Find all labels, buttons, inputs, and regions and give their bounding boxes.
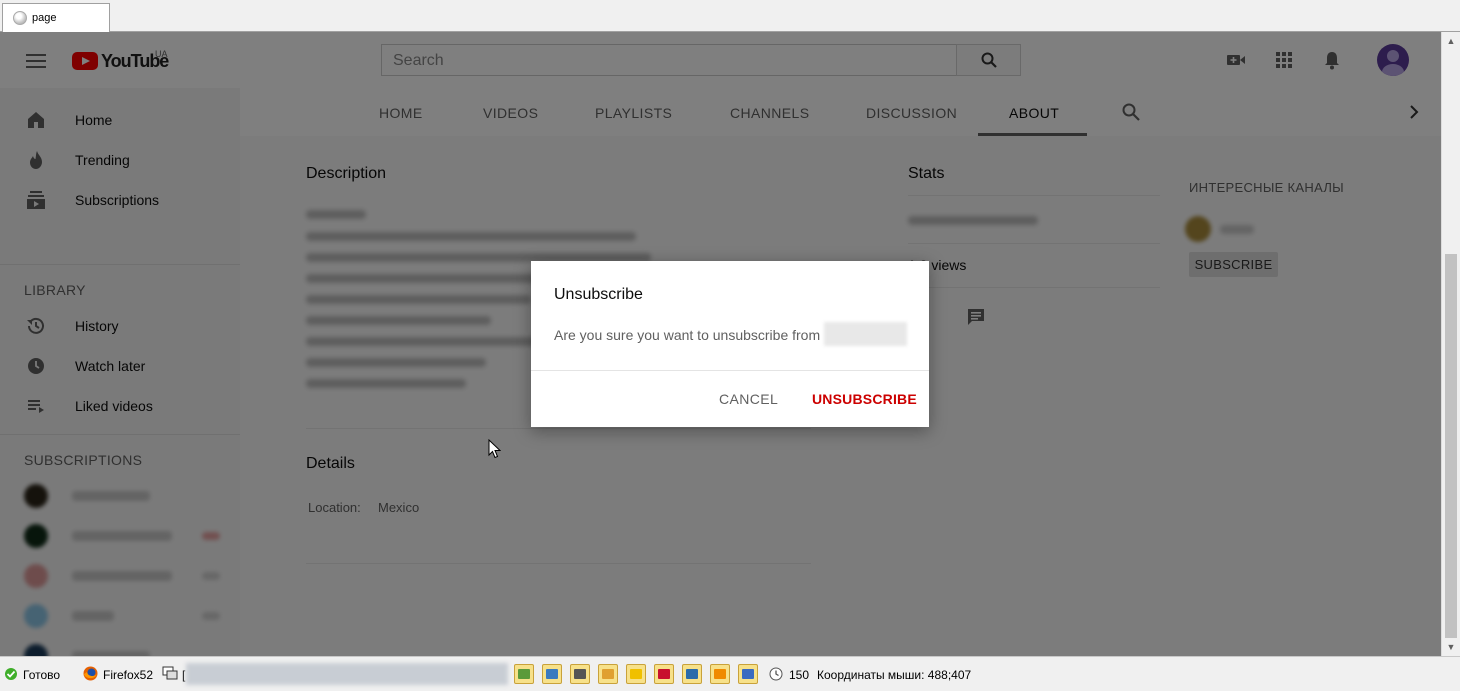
channel-name-redacted (824, 322, 907, 346)
scroll-down-icon[interactable]: ▼ (1446, 642, 1456, 652)
tool-flash-icon[interactable] (654, 664, 674, 684)
cancel-button[interactable]: CANCEL (719, 391, 778, 407)
globe-icon (13, 11, 27, 25)
page-scrollbar[interactable]: ▲ ▼ (1441, 32, 1460, 656)
browser-tab[interactable]: page (2, 3, 110, 32)
tool-window-icon[interactable] (542, 664, 562, 684)
dialog-title: Unsubscribe (554, 286, 643, 303)
scroll-up-icon[interactable]: ▲ (1446, 36, 1456, 46)
ready-check-icon (5, 668, 17, 680)
mouse-cursor-icon (488, 439, 501, 459)
tool-music-icon[interactable] (738, 664, 758, 684)
network-icon (162, 666, 178, 680)
tool-css-icon[interactable] (598, 664, 618, 684)
screen: page YouTube UA Search (0, 0, 1460, 691)
browser-tab-strip: page (0, 0, 1460, 32)
status-bar: Готово Firefox52 [ 150 Координаты мыши: … (0, 656, 1460, 691)
tool-vlc-icon[interactable] (710, 664, 730, 684)
browser-tab-title: page (32, 12, 57, 24)
tool-image-icon[interactable] (514, 664, 534, 684)
dialog-message: Are you sure you want to unsubscribe fro… (554, 327, 821, 343)
tool-lightning-icon[interactable] (626, 664, 646, 684)
scrollbar-thumb[interactable] (1445, 254, 1457, 638)
status-counter: 150 (789, 668, 810, 682)
firefox-icon (83, 666, 98, 681)
timer-icon (769, 667, 783, 681)
page-viewport: YouTube UA Search (0, 32, 1441, 656)
dialog-divider (531, 370, 929, 371)
unsubscribe-dialog: Unsubscribe Are you sure you want to uns… (531, 261, 929, 427)
status-text-redacted (186, 663, 508, 685)
tool-screenshot-icon[interactable] (570, 664, 590, 684)
status-browser: Firefox52 (103, 668, 154, 682)
status-ready: Готово (23, 668, 61, 682)
status-mouse-coords: Координаты мыши: 488;407 (817, 668, 972, 682)
unsubscribe-button[interactable]: UNSUBSCRIBE (812, 391, 917, 407)
tool-display-icon[interactable] (682, 664, 702, 684)
